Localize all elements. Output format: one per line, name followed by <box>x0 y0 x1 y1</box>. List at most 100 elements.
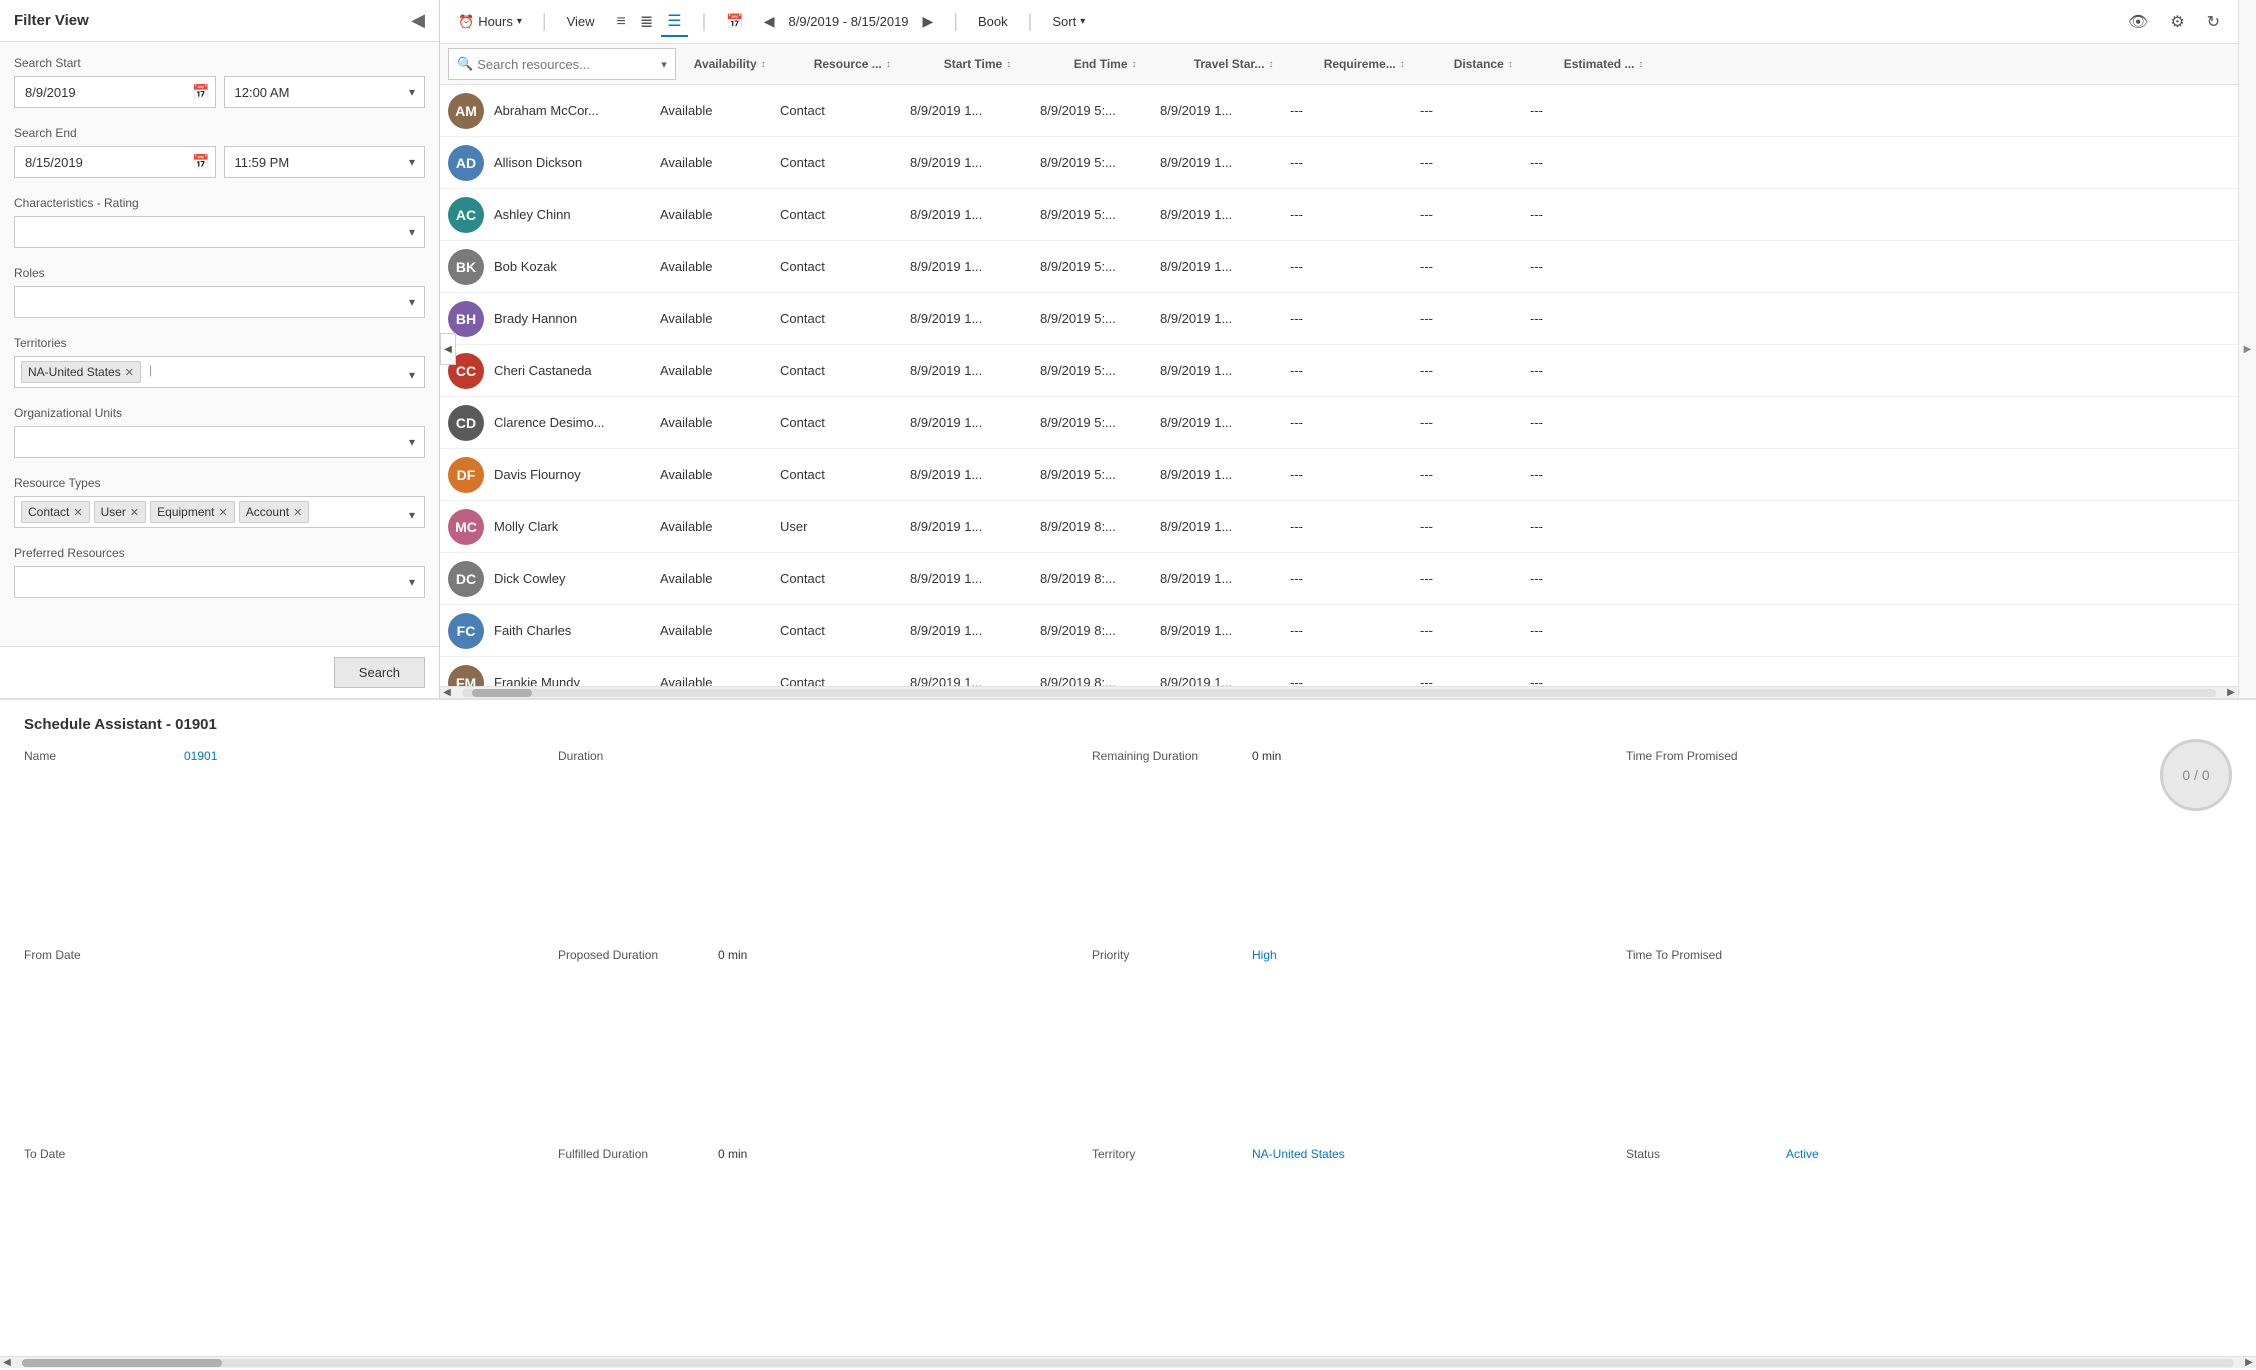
cell-requirements: --- <box>1280 103 1410 118</box>
right-side-panel[interactable]: ▶ <box>2238 0 2256 698</box>
table-row[interactable]: AD Allison Dickson Available Contact 8/9… <box>440 137 2238 189</box>
table-row[interactable]: MC Molly Clark Available User 8/9/2019 1… <box>440 501 2238 553</box>
table-row[interactable]: CC Cheri Castaneda Available Contact 8/9… <box>440 345 2238 397</box>
col-header-requirements[interactable]: Requireme... ↕ <box>1314 57 1444 71</box>
col-header-end-time[interactable]: End Time ↕ <box>1064 57 1184 71</box>
grid-view-button[interactable]: ☰ <box>661 7 687 37</box>
col-header-estimated[interactable]: Estimated ... ↕ <box>1554 57 2238 71</box>
col-header-start-time[interactable]: Start Time ↕ <box>934 57 1064 71</box>
scroll-thumb[interactable] <box>472 689 532 697</box>
priority-value[interactable]: High <box>1252 948 1277 1135</box>
refresh-icon-button[interactable]: ↻ <box>2201 8 2226 36</box>
cell-end-time: 8/9/2019 5:... <box>1030 415 1150 430</box>
col-header-resource[interactable]: Resource ... ↕ <box>804 57 934 71</box>
tag-user-remove[interactable]: ✕ <box>130 506 139 519</box>
bottom-scroll-left[interactable]: ◀ <box>0 1356 14 1370</box>
search-start-calendar-icon[interactable]: 📅 <box>192 84 209 101</box>
search-icon: 🔍 <box>457 56 473 72</box>
settings-icon-button[interactable]: ⚙ <box>2164 8 2190 36</box>
characteristics-rating-select[interactable] <box>14 216 425 248</box>
time-to-promised-label: Time To Promised <box>1626 948 1786 1135</box>
bottom-scroll-right[interactable]: ▶ <box>2242 1356 2256 1370</box>
hours-label: Hours <box>478 14 513 29</box>
col-header-availability[interactable]: Availability ↕ <box>684 57 804 71</box>
search-start-time-wrapper: 12:00 AM <box>224 76 426 108</box>
territories-cursor[interactable]: | <box>145 361 156 383</box>
table-row[interactable]: CD Clarence Desimo... Available Contact … <box>440 397 2238 449</box>
cell-start-time: 8/9/2019 1... <box>900 623 1030 638</box>
search-start-date-wrapper: 📅 <box>14 76 216 108</box>
hours-button[interactable]: ⏰ Hours ▾ <box>452 10 528 34</box>
roles-select[interactable] <box>14 286 425 318</box>
search-end-calendar-icon[interactable]: 📅 <box>192 154 209 171</box>
search-resources-input[interactable] <box>477 57 657 72</box>
sort-button[interactable]: Sort ▾ <box>1046 10 1091 33</box>
name-wrapper: DF Davis Flournoy <box>448 457 581 493</box>
territory-value[interactable]: NA-United States <box>1252 1147 1345 1334</box>
next-date-button[interactable]: ▶ <box>917 11 940 32</box>
view-mode-icons: ≡ ≣ ☰ <box>611 7 688 37</box>
table-row[interactable]: BH Brady Hannon Available Contact 8/9/20… <box>440 293 2238 345</box>
separator-3: | <box>953 11 958 32</box>
search-start-time-select[interactable]: 12:00 AM <box>224 76 426 108</box>
col-header-travel-start[interactable]: Travel Star... ↕ <box>1184 57 1314 71</box>
name-value[interactable]: 01901 <box>184 749 217 936</box>
scroll-left-arrow[interactable]: ◀ <box>440 686 454 699</box>
bottom-scroll-thumb[interactable] <box>22 1359 222 1367</box>
table-row[interactable]: DC Dick Cowley Available Contact 8/9/201… <box>440 553 2238 605</box>
avatar: AC <box>448 197 484 233</box>
preferred-resources-field: Preferred Resources <box>14 546 425 598</box>
table-row[interactable]: FC Faith Charles Available Contact 8/9/2… <box>440 605 2238 657</box>
resource-sort-icon: ↕ <box>886 59 891 70</box>
app-container: Filter View ◀ Search Start 📅 12:00 AM <box>0 0 2256 1368</box>
resource-col-label: Resource ... <box>814 57 882 71</box>
search-dropdown-arrow[interactable]: ▾ <box>661 58 667 71</box>
search-end-date-input[interactable] <box>14 146 216 178</box>
characteristics-rating-field: Characteristics - Rating <box>14 196 425 248</box>
resource-types-tags: Contact ✕ User ✕ Equipment ✕ <box>14 496 425 528</box>
tag-account-remove[interactable]: ✕ <box>293 506 302 519</box>
cell-name: CD Clarence Desimo... <box>440 405 650 441</box>
search-end-time-select[interactable]: 11:59 PM <box>224 146 426 178</box>
col-header-distance[interactable]: Distance ↕ <box>1444 57 1554 71</box>
separator-4: | <box>1028 11 1033 32</box>
search-start-date-input[interactable] <box>14 76 216 108</box>
territory-tag-remove[interactable]: ✕ <box>125 366 134 379</box>
eye-icon-button[interactable]: 👁 <box>2122 8 2154 36</box>
table-row[interactable]: DF Davis Flournoy Available Contact 8/9/… <box>440 449 2238 501</box>
cell-name: DC Dick Cowley <box>440 561 650 597</box>
org-units-select[interactable] <box>14 426 425 458</box>
calendar-picker-icon[interactable]: 📅 <box>720 11 749 32</box>
resource-name: Davis Flournoy <box>494 467 581 482</box>
table-row[interactable]: BK Bob Kozak Available Contact 8/9/2019 … <box>440 241 2238 293</box>
list-view-button[interactable]: ≡ <box>611 7 632 37</box>
bottom-col-4: Time From Promised Time To Promised Stat… <box>1626 749 2160 1340</box>
status-value[interactable]: Active <box>1786 1147 1819 1334</box>
search-button[interactable]: Search <box>334 657 425 688</box>
table-row[interactable]: FM Frankie Mundy Available Contact 8/9/2… <box>440 657 2238 686</box>
territories-tags-wrapper: NA-United States ✕ | <box>14 356 425 388</box>
table-row[interactable]: AC Ashley Chinn Available Contact 8/9/20… <box>440 189 2238 241</box>
start-time-col-label: Start Time <box>944 57 1002 71</box>
search-start-label: Search Start <box>14 56 425 70</box>
cell-start-time: 8/9/2019 1... <box>900 571 1030 586</box>
prev-date-button[interactable]: ◀ <box>758 11 781 32</box>
grouped-view-button[interactable]: ≣ <box>634 7 659 37</box>
panel-collapse-arrow[interactable]: ◀ <box>440 333 456 365</box>
cell-distance: --- <box>1410 623 1520 638</box>
tag-equipment-remove[interactable]: ✕ <box>219 506 228 519</box>
tag-contact: Contact ✕ <box>21 501 90 523</box>
scroll-right-arrow[interactable]: ▶ <box>2224 686 2238 699</box>
dist-sort-icon: ↕ <box>1508 59 1513 70</box>
view-button[interactable]: View <box>561 10 601 33</box>
book-button[interactable]: Book <box>972 10 1014 33</box>
name-wrapper: AM Abraham McCor... <box>448 93 599 129</box>
fulfilled-duration-label: Fulfilled Duration <box>558 1147 718 1334</box>
table-row[interactable]: AM Abraham McCor... Available Contact 8/… <box>440 85 2238 137</box>
cell-distance: --- <box>1410 259 1520 274</box>
filter-collapse-button[interactable]: ◀ <box>411 10 425 31</box>
tag-contact-remove[interactable]: ✕ <box>73 506 82 519</box>
progress-text: 0 / 0 <box>2182 767 2209 783</box>
filter-footer: Search <box>0 646 439 698</box>
grid-search-header: 🔍 ▾ Availability ↕ Resource ... ↕ <box>440 44 2238 85</box>
